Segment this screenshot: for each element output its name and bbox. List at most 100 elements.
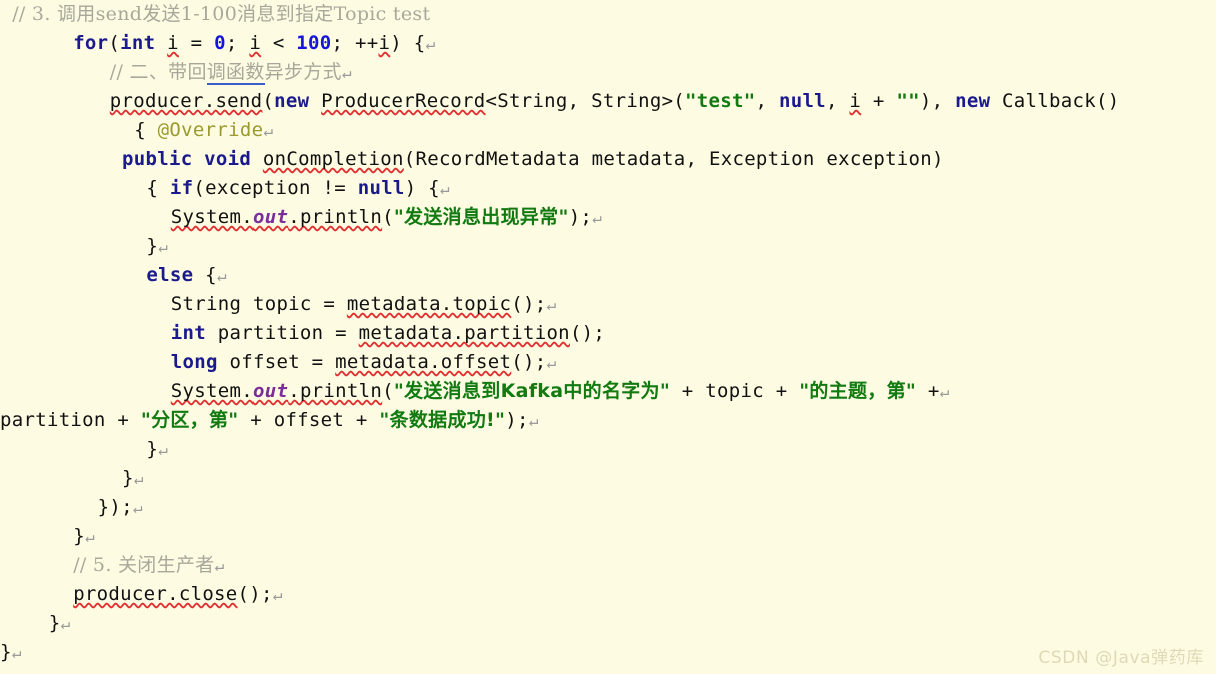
code-line[interactable]: producer.close();↵ [0, 580, 1216, 609]
code-token: i [849, 90, 862, 112]
code-token: i [249, 32, 262, 54]
code-token: 100 [296, 32, 332, 54]
code-line[interactable]: // 3. 调用send发送1-100消息到指定Topic test [0, 0, 1216, 29]
code-line[interactable]: System.out.println("发送消息出现异常");↵ [0, 203, 1216, 232]
code-token: offset = [217, 351, 336, 373]
code-token: ( [382, 380, 394, 402]
code-token: // [109, 61, 130, 83]
code-token: ↵ [11, 643, 22, 662]
code-token: 关闭生产者 [111, 554, 215, 576]
code-token: int [120, 32, 156, 54]
code-token: partition = [206, 322, 359, 344]
code-token: ↵ [939, 382, 950, 401]
code-token: ↵ [263, 121, 274, 140]
code-token: public void [122, 148, 252, 170]
code-token: ↵ [132, 498, 143, 517]
code-token: ↵ [60, 614, 71, 633]
code-line[interactable]: { if(exception != null) {↵ [0, 174, 1216, 203]
code-token: ); [568, 206, 593, 228]
code-token: <String, String>( [485, 90, 686, 112]
code-token: // 3. [12, 3, 51, 25]
code-token: "test" [685, 90, 756, 112]
code-token: + offset + [238, 409, 380, 431]
code-line[interactable]: public void onCompletion(RecordMetadata … [0, 145, 1216, 174]
code-token: producer.send [109, 90, 263, 112]
code-token: ↵ [546, 295, 557, 314]
code-line[interactable]: }↵ [0, 609, 1216, 638]
code-line[interactable]: long offset = metadata.offset();↵ [0, 348, 1216, 377]
code-token: (); [569, 322, 606, 344]
code-token: (exception != [193, 177, 358, 199]
code-line[interactable]: // 5. 关闭生产者↵ [0, 551, 1216, 580]
code-token: ( [108, 32, 121, 54]
code-token: + topic + [670, 380, 800, 402]
code-token: } [48, 612, 61, 634]
code-line[interactable]: // 二、带回调函数异步方式↵ [0, 58, 1216, 87]
code-token: "的主题，第" [799, 380, 917, 402]
code-line[interactable]: String topic = metadata.topic();↵ [0, 290, 1216, 319]
code-token: metadata.topic [346, 293, 512, 315]
code-token: } [122, 467, 134, 489]
code-line[interactable]: });↵ [0, 493, 1216, 522]
code-token: "条数据成功!" [379, 409, 506, 431]
code-token: ↵ [158, 440, 169, 459]
code-token: out [252, 206, 289, 228]
code-token: (); [237, 583, 273, 605]
code-line[interactable]: }↵ [0, 522, 1216, 551]
csdn-watermark: CSDN @Java弹药库 [1038, 648, 1204, 668]
code-line[interactable]: }↵ [0, 464, 1216, 493]
code-token: , [825, 90, 850, 112]
code-token: ↵ [133, 469, 144, 488]
code-token: ; [225, 32, 250, 54]
code-token: { [134, 119, 158, 141]
code-token: ↵ [439, 179, 450, 198]
code-token: ); [505, 409, 529, 431]
code-token: long [170, 351, 218, 373]
code-token: .println [288, 380, 383, 402]
code-token: ↵ [425, 34, 436, 53]
code-token: "" [896, 90, 920, 112]
code-token: ↵ [341, 63, 352, 82]
code-token: + [916, 380, 940, 402]
code-token: + [861, 90, 897, 112]
code-token: ↵ [84, 527, 95, 546]
code-line[interactable]: }↵ [0, 232, 1216, 261]
code-token: , [755, 90, 779, 112]
code-token: metadata.partition [358, 322, 570, 344]
code-token: ↵ [216, 266, 227, 285]
code-line[interactable]: int partition = metadata.partition(); [0, 319, 1216, 348]
code-token: new [274, 90, 310, 112]
code-token: ↵ [158, 237, 169, 256]
code-line[interactable]: producer.send(new ProducerRecord<String,… [0, 87, 1216, 116]
code-token: new [955, 90, 991, 112]
code-token: 异步方式 [264, 61, 342, 83]
code-line[interactable]: for(int i = 0; i < 100; ++i) {↵ [0, 29, 1216, 58]
code-token: String topic = [170, 293, 347, 315]
code-token: ) { [404, 177, 440, 199]
code-token: (); [511, 351, 547, 373]
code-lines-container[interactable]: // 3. 调用send发送1-100消息到指定Topic test for(in… [0, 0, 1216, 667]
code-token: }); [97, 496, 133, 518]
code-token: else [146, 264, 194, 286]
code-line[interactable]: System.out.println("发送消息到Kafka中的名字为" + t… [0, 377, 1216, 406]
code-line[interactable]: partition + "分区，第" + offset + "条数据成功!");… [0, 406, 1216, 435]
code-token: ↵ [214, 556, 225, 575]
code-line[interactable]: }↵ [0, 638, 1216, 667]
code-line[interactable]: }↵ [0, 435, 1216, 464]
code-token: if [169, 177, 194, 199]
code-token: // 5. [73, 554, 112, 576]
code-token: } [146, 438, 159, 460]
code-token: } [73, 525, 85, 547]
code-token: 二、带回 [129, 61, 207, 83]
code-token: ↵ [272, 585, 283, 604]
code-token: null [778, 90, 826, 112]
code-editor-canvas[interactable]: // 3. 调用send发送1-100消息到指定Topic test for(in… [0, 0, 1216, 674]
code-token: ) { [390, 32, 426, 54]
code-line[interactable]: else {↵ [0, 261, 1216, 290]
code-line[interactable]: { @Override↵ [0, 116, 1216, 145]
code-token: (); [511, 293, 547, 315]
code-token: ProducerRecord [321, 90, 486, 112]
code-token: } [0, 641, 12, 663]
